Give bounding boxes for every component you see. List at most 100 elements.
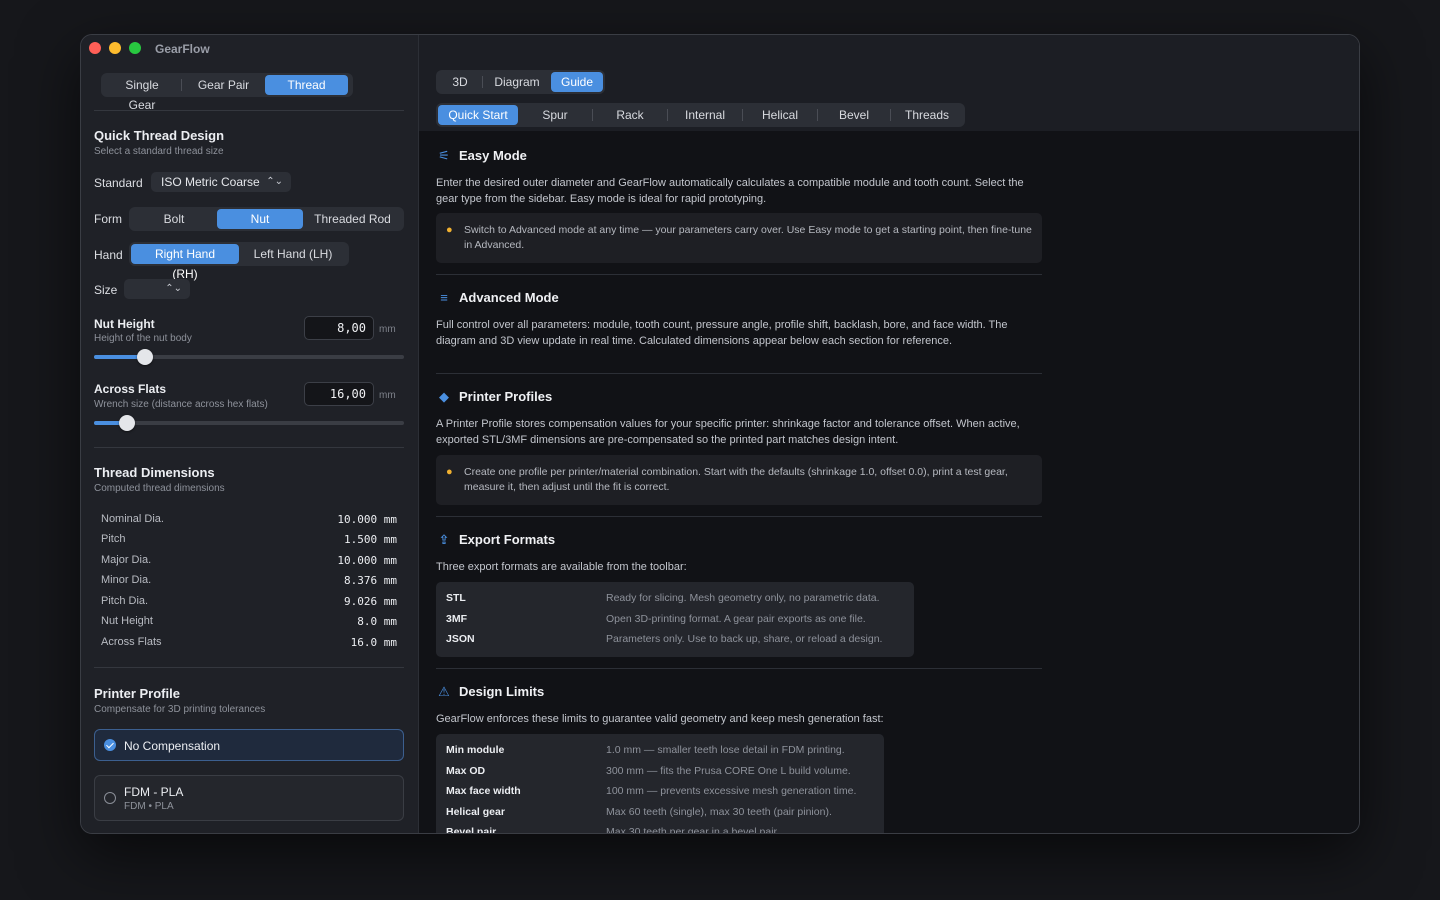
export-formats-table: STL Ready for slicing. Mesh geometry onl…	[436, 582, 914, 657]
zoom-window-button[interactable]	[129, 42, 141, 54]
guide-tabs: Quick Start Spur Rack Internal Helical B…	[436, 103, 965, 127]
tab-diagram[interactable]: Diagram	[483, 72, 551, 92]
table-value: 300 mm — fits the Prusa CORE One L build…	[606, 765, 851, 777]
lightbulb-icon: ●	[446, 466, 453, 478]
guide-tab-helical[interactable]: Helical	[743, 105, 817, 125]
table-key: 3MF	[446, 613, 467, 625]
guide-tab-internal[interactable]: Internal	[668, 105, 742, 125]
section-title: Printer Profiles	[459, 389, 553, 404]
section-title: Design Limits	[459, 684, 545, 699]
title-bar: GearFlow	[81, 35, 419, 63]
dimension-row: Pitch Dia. 9.026 mm	[101, 595, 397, 615]
dimension-row: Pitch 1.500 mm	[101, 533, 397, 553]
dimension-key: Minor Dia.	[101, 574, 152, 586]
across-flats-slider[interactable]	[94, 415, 404, 431]
form-segmented-control: Bolt Nut Threaded Rod	[129, 207, 404, 231]
hand-option-rh[interactable]: Right Hand (RH)	[131, 244, 239, 281]
thread-dimensions-title: Thread Dimensions	[94, 465, 215, 480]
dimension-key: Pitch Dia.	[101, 595, 149, 607]
minimize-window-button[interactable]	[109, 42, 121, 54]
nut-height-field[interactable]: 8,00	[304, 316, 374, 340]
table-key: Max OD	[446, 765, 486, 777]
guide-tab-rack[interactable]: Rack	[593, 105, 667, 125]
section-title: Easy Mode	[459, 148, 527, 163]
sliders-icon: ≡	[440, 290, 448, 305]
nut-height-unit: mm	[379, 324, 396, 335]
dimension-value: 16.0 mm	[350, 636, 397, 649]
guide-tab-quick-start[interactable]: Quick Start	[438, 105, 518, 125]
standard-label: Standard	[94, 176, 143, 190]
radio-checked-icon	[104, 739, 116, 751]
guide-tab-spur[interactable]: Spur	[518, 105, 592, 125]
section-title: Advanced Mode	[459, 290, 559, 305]
tab-gear-pair[interactable]: Gear Pair	[182, 75, 265, 95]
form-option-bolt[interactable]: Bolt	[131, 209, 217, 229]
app-window: GearFlow Single Gear Gear Pair Thread Qu…	[80, 34, 1360, 834]
divider	[436, 373, 1042, 374]
dimension-value: 8.376 mm	[344, 574, 397, 587]
profile-card-no-compensation[interactable]: No Compensation	[94, 729, 404, 761]
tab-guide[interactable]: Guide	[551, 72, 603, 92]
tab-3d[interactable]: 3D	[438, 72, 482, 92]
dimension-row: Minor Dia. 8.376 mm	[101, 574, 397, 594]
slider-knob[interactable]	[118, 415, 135, 431]
standard-select[interactable]: ISO Metric Coarse ⌃⌄	[151, 172, 291, 192]
hand-option-lh[interactable]: Left Hand (LH)	[239, 244, 347, 264]
divider	[94, 447, 404, 448]
app-title: GearFlow	[155, 42, 210, 56]
dimension-value: 9.026 mm	[344, 595, 397, 608]
form-option-threaded-rod[interactable]: Threaded Rod	[303, 209, 402, 229]
table-key: Bevel pair	[446, 826, 497, 834]
tab-thread[interactable]: Thread	[265, 75, 348, 95]
view-segmented-control: 3D Diagram Guide	[436, 70, 605, 94]
nut-height-slider[interactable]	[94, 349, 404, 365]
profile-subtitle: FDM • PLA	[124, 801, 174, 812]
across-flats-field[interactable]: 16,00	[304, 382, 374, 406]
nut-height-sublabel: Height of the nut body	[94, 333, 192, 344]
table-key: JSON	[446, 633, 475, 645]
mode-segmented-control: Single Gear Gear Pair Thread	[101, 73, 353, 112]
chevron-updown-icon: ⌃⌄	[165, 283, 182, 294]
dimension-value: 10.000 mm	[337, 513, 397, 526]
size-select[interactable]: ⌃⌄	[124, 279, 190, 299]
size-label: Size	[94, 283, 118, 297]
quick-thread-title: Quick Thread Design	[94, 128, 225, 143]
printer-profile-subtitle: Compensate for 3D printing tolerances	[94, 704, 266, 715]
thread-dimensions-subtitle: Computed thread dimensions	[94, 483, 225, 494]
sidebar: GearFlow Single Gear Gear Pair Thread Qu…	[81, 35, 419, 833]
warning-icon: ⚠	[438, 684, 450, 699]
dimension-key: Across Flats	[101, 636, 162, 648]
dimension-value: 1.500 mm	[344, 533, 397, 546]
section-body: GearFlow enforces these limits to guaran…	[436, 713, 884, 725]
slider-knob[interactable]	[137, 349, 154, 365]
dimension-key: Nominal Dia.	[101, 513, 164, 525]
across-flats-label: Across Flats	[94, 382, 167, 396]
close-window-button[interactable]	[89, 42, 101, 54]
form-option-nut[interactable]: Nut	[217, 209, 303, 229]
share-icon: ⇪	[438, 532, 450, 547]
table-value: 1.0 mm — smaller teeth lose detail in FD…	[606, 744, 845, 756]
dimension-value: 8.0 mm	[357, 615, 397, 628]
section-title: Export Formats	[459, 532, 556, 547]
printer-profile-title: Printer Profile	[94, 686, 180, 701]
dimension-key: Major Dia.	[101, 554, 152, 566]
table-key: STL	[446, 592, 466, 604]
tip-text: Create one profile per printer/material …	[464, 466, 1008, 493]
tip-box: ● Create one profile per printer/materia…	[436, 455, 1042, 505]
guide-tab-bevel[interactable]: Bevel	[818, 105, 890, 125]
radio-unchecked-icon	[104, 792, 116, 804]
divider	[436, 274, 1042, 275]
dimension-key: Pitch	[101, 533, 126, 545]
tab-single-gear[interactable]: Single Gear	[103, 75, 181, 112]
form-label: Form	[94, 212, 122, 226]
tip-text: Switch to Advanced mode at any time — yo…	[464, 224, 1032, 251]
section-body: A Printer Profile stores compensation va…	[436, 418, 1020, 446]
table-value: Parameters only. Use to back up, share, …	[606, 633, 883, 645]
design-limits-table: Min module 1.0 mm — smaller teeth lose d…	[436, 734, 884, 834]
across-flats-sublabel: Wrench size (distance across hex flats)	[94, 399, 268, 410]
guide-tab-threads[interactable]: Threads	[891, 105, 963, 125]
cube-icon: ◆	[439, 389, 449, 404]
section-body: Three export formats are available from …	[436, 561, 687, 573]
tip-box: ● Switch to Advanced mode at any time — …	[436, 213, 1042, 263]
profile-card-fdm-pla[interactable]: FDM - PLA FDM • PLA	[94, 775, 404, 821]
